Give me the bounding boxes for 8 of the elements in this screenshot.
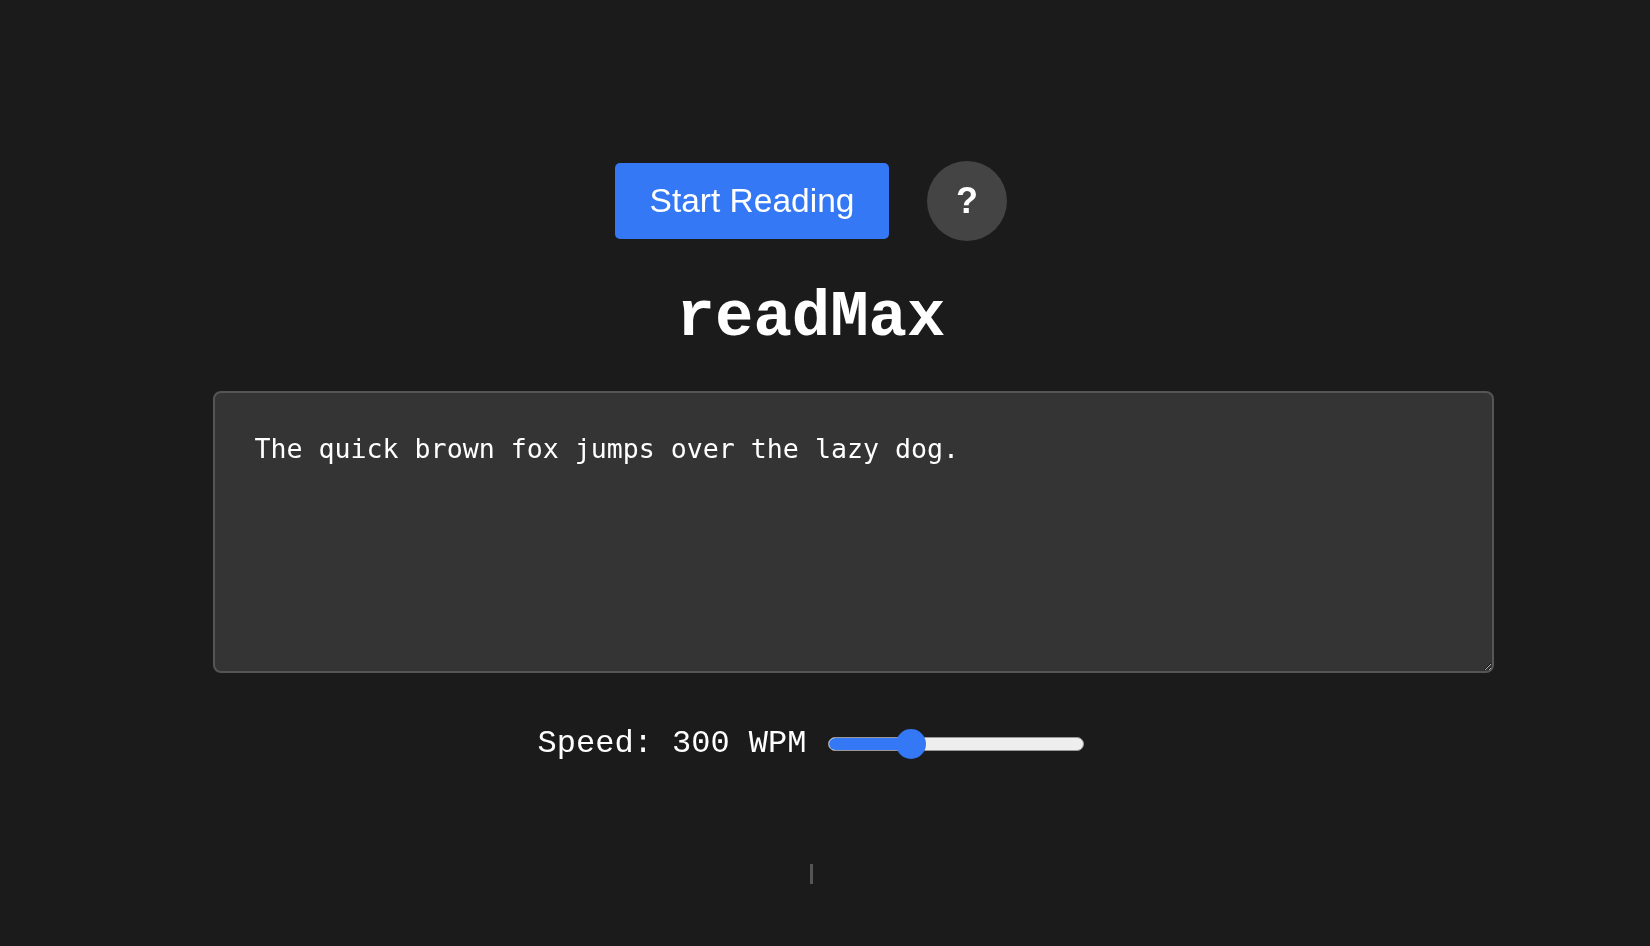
text-input-field[interactable]: The quick brown fox jumps over the lazy dog. (212, 391, 1494, 673)
slider-thumb[interactable] (896, 728, 927, 759)
speed-label: Speed: 300 WPM (537, 725, 807, 762)
help-button[interactable]: ? (927, 161, 1007, 241)
word-position-mark (809, 864, 813, 884)
start-reading-button[interactable]: Start Reading (615, 163, 889, 239)
speed-slider[interactable] (828, 728, 1085, 759)
app-title: readMax (676, 281, 946, 355)
